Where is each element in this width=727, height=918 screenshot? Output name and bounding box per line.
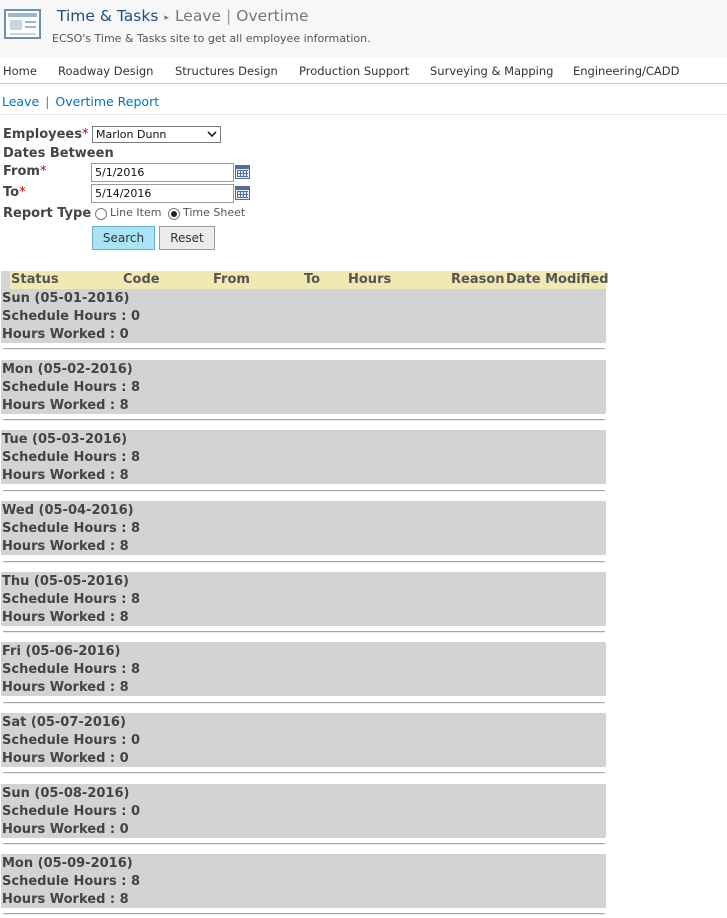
day-block: Mon (05-09-2016) Schedule Hours : 8 Hour…	[1, 854, 606, 908]
hours-worked: Hours Worked : 8	[2, 468, 129, 483]
hours-worked: Hours Worked : 0	[2, 327, 129, 342]
hours-worked: Hours Worked : 8	[2, 610, 129, 625]
day-title: Fri (05-06-2016)	[2, 644, 121, 659]
line-item-radio[interactable]	[95, 208, 107, 220]
search-button[interactable]: Search	[92, 226, 155, 250]
day-separator	[3, 913, 605, 915]
day-title: Tue (05-03-2016)	[2, 432, 128, 447]
quick-links-pipe: |	[45, 94, 50, 109]
column-header-status: Status	[11, 272, 59, 287]
required-marker: *	[19, 185, 26, 200]
site-title-link[interactable]: Time & Tasks	[57, 7, 158, 25]
day-separator	[3, 631, 605, 633]
schedule-hours: Schedule Hours : 8	[2, 521, 141, 536]
radio-selected-dot	[171, 211, 177, 217]
day-block: Sat (05-07-2016) Schedule Hours : 0 Hour…	[1, 713, 606, 767]
nav-item-production-support[interactable]: Production Support	[299, 64, 409, 78]
column-header-date-modified: Date Modified	[506, 272, 609, 287]
site-logo-icon[interactable]	[4, 9, 41, 39]
calendar-icon[interactable]	[235, 165, 250, 179]
calendar-icon[interactable]	[235, 186, 250, 200]
hours-worked: Hours Worked : 8	[2, 892, 129, 907]
site-header: Time & Tasks ▸ Leave | Overtime ECSO's Time …	[0, 0, 727, 58]
employees-label: Employees*	[3, 127, 89, 142]
hours-worked: Hours Worked : 0	[2, 751, 129, 766]
day-block: Wed (05-04-2016) Schedule Hours : 8 Hour…	[1, 501, 606, 555]
day-title: Sun (05-08-2016)	[2, 786, 130, 801]
day-separator	[3, 772, 605, 774]
column-header-reason: Reason	[451, 272, 505, 287]
day-block: Fri (05-06-2016) Schedule Hours : 8 Hour…	[1, 642, 606, 696]
day-title: Wed (05-04-2016)	[2, 503, 134, 518]
reset-button[interactable]: Reset	[159, 226, 215, 250]
site-description: ECSO's Time & Tasks site to get all empl…	[52, 32, 371, 45]
divider	[0, 114, 727, 115]
hours-worked: Hours Worked : 0	[2, 822, 129, 837]
from-label: From*	[3, 164, 47, 179]
leave-link[interactable]: Leave	[2, 94, 39, 109]
chevron-down-icon	[207, 131, 217, 138]
breadcrumb-arrow-icon: ▸	[164, 13, 169, 23]
day-block: Thu (05-05-2016) Schedule Hours : 8 Hour…	[1, 572, 606, 626]
column-header-to: To	[304, 272, 321, 287]
hours-worked: Hours Worked : 8	[2, 680, 129, 695]
breadcrumb-overtime: Overtime	[236, 7, 309, 25]
from-date-input[interactable]: 5/1/2016	[91, 163, 234, 182]
schedule-hours: Schedule Hours : 0	[2, 804, 141, 819]
dates-between-label: Dates Between	[3, 146, 114, 161]
employee-select[interactable]: Marlon Dunn	[92, 126, 221, 143]
overtime-report-link[interactable]: Overtime Report	[55, 94, 159, 109]
day-separator	[3, 419, 605, 421]
schedule-hours: Schedule Hours : 8	[2, 450, 141, 465]
hours-worked: Hours Worked : 8	[2, 398, 129, 413]
nav-item-surveying-mapping[interactable]: Surveying & Mapping	[430, 64, 553, 78]
day-title: Sat (05-07-2016)	[2, 715, 126, 730]
site-title-breadcrumb: Time & Tasks ▸ Leave | Overtime	[57, 7, 309, 25]
schedule-hours: Schedule Hours : 8	[2, 592, 141, 607]
day-title: Sun (05-01-2016)	[2, 291, 130, 306]
column-header-code: Code	[123, 272, 160, 287]
report-grid-header: Status Code From To Hours Reason Date Mo…	[1, 271, 609, 289]
day-separator	[3, 490, 605, 492]
hours-worked: Hours Worked : 8	[2, 539, 129, 554]
to-label: To*	[3, 185, 26, 200]
day-title: Thu (05-05-2016)	[2, 574, 129, 589]
schedule-hours: Schedule Hours : 8	[2, 874, 141, 889]
line-item-radio-label[interactable]: Line Item	[110, 206, 161, 219]
column-header-hours: Hours	[348, 272, 392, 287]
quick-links: Leave | Overtime Report	[2, 94, 159, 109]
nav-item-roadway-design[interactable]: Roadway Design	[58, 64, 153, 78]
time-sheet-radio[interactable]	[168, 208, 180, 220]
report-type-label: Report Type	[3, 206, 92, 221]
column-header-from: From	[213, 272, 250, 287]
required-marker: *	[81, 127, 89, 142]
day-title: Mon (05-02-2016)	[2, 362, 133, 377]
day-separator	[3, 843, 605, 845]
breadcrumb-leave[interactable]: Leave	[175, 7, 221, 25]
nav-item-engineering-cadd[interactable]: Engineering/CADD	[573, 64, 679, 78]
day-separator	[3, 561, 605, 563]
to-date-input[interactable]: 5/14/2016	[91, 184, 234, 203]
day-title: Mon (05-09-2016)	[2, 856, 133, 871]
nav-item-structures-design[interactable]: Structures Design	[175, 64, 278, 78]
schedule-hours: Schedule Hours : 8	[2, 380, 141, 395]
employee-select-value: Marlon Dunn	[96, 128, 167, 141]
day-block: Sun (05-01-2016) Schedule Hours : 0 Hour…	[1, 289, 606, 343]
top-navigation: Home Roadway Design Structures Design Pr…	[0, 59, 727, 84]
schedule-hours: Schedule Hours : 0	[2, 733, 141, 748]
time-sheet-radio-label[interactable]: Time Sheet	[183, 206, 245, 219]
day-block: Tue (05-03-2016) Schedule Hours : 8 Hour…	[1, 430, 606, 484]
day-block: Mon (05-02-2016) Schedule Hours : 8 Hour…	[1, 360, 606, 414]
schedule-hours: Schedule Hours : 8	[2, 662, 141, 677]
breadcrumb-pipe: |	[226, 7, 232, 25]
day-separator	[3, 348, 605, 350]
day-separator	[3, 702, 605, 704]
required-marker: *	[39, 164, 47, 179]
schedule-hours: Schedule Hours : 0	[2, 309, 141, 324]
nav-item-home[interactable]: Home	[3, 64, 37, 78]
day-block: Sun (05-08-2016) Schedule Hours : 0 Hour…	[1, 784, 606, 838]
header-stripe	[1, 271, 10, 289]
